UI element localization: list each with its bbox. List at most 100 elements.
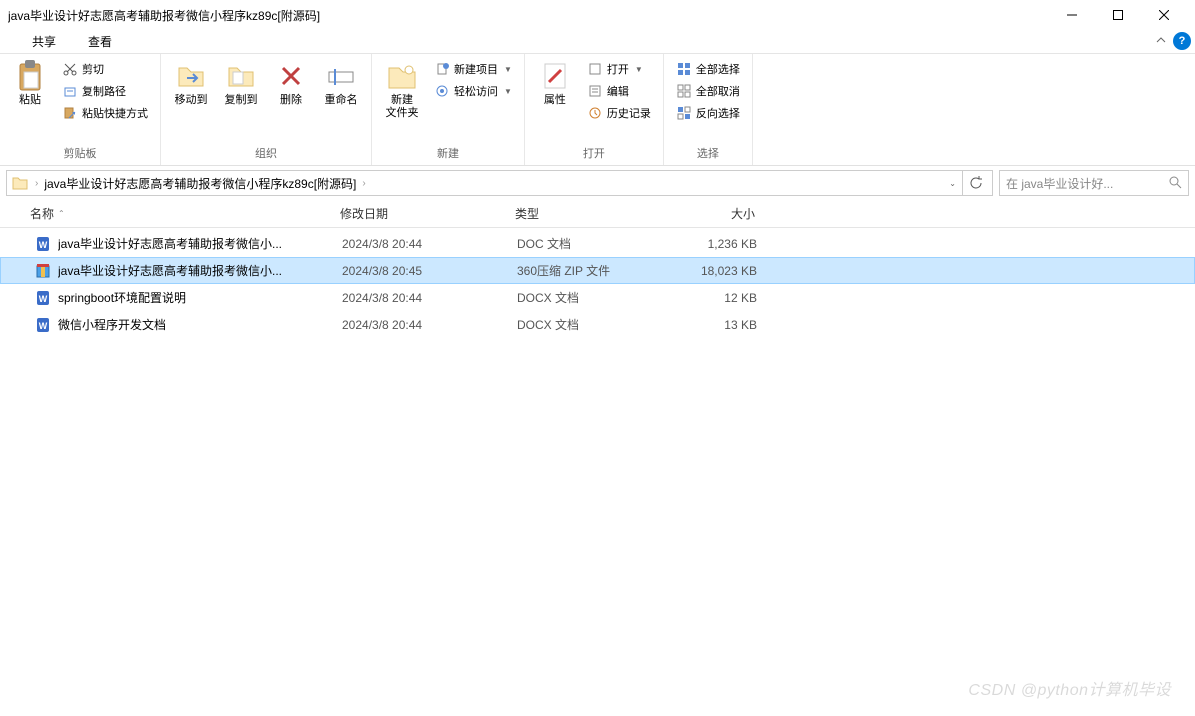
address-box[interactable]: › java毕业设计好志愿高考辅助报考微信小程序kz89c[附源码] › ⌄ [6, 170, 993, 196]
help-icon[interactable]: ? [1173, 32, 1191, 50]
refresh-button[interactable] [962, 170, 988, 196]
cut-button[interactable]: 剪切 [58, 60, 152, 78]
newfolder-button[interactable]: 新建 文件夹 [380, 58, 424, 122]
moveto-icon [175, 60, 207, 92]
column-header-name[interactable]: 名称⌃ [30, 205, 340, 222]
file-list: Wjava毕业设计好志愿高考辅助报考微信小...2024/3/8 20:44DO… [0, 228, 1195, 338]
selectall-icon [676, 61, 692, 77]
search-icon [1168, 175, 1182, 192]
breadcrumb-separator[interactable]: › [358, 178, 369, 189]
watermark: CSDN @python计算机毕设 [968, 676, 1171, 700]
properties-icon [539, 60, 571, 92]
file-date: 2024/3/8 20:44 [342, 237, 517, 251]
window-controls [1049, 1, 1187, 29]
search-placeholder: 在 java毕业设计好... [1006, 175, 1168, 192]
paste-button[interactable]: 粘贴 [8, 58, 52, 109]
newitem-icon [434, 61, 450, 77]
file-size: 13 KB [667, 318, 757, 332]
ribbon-group-open: 属性 打开▼ 编辑 历史记录 打开 [525, 54, 664, 165]
history-button[interactable]: 历史记录 [583, 104, 655, 122]
file-icon [34, 262, 52, 280]
ribbon-group-organize: 移动到 复制到 删除 重命名 组织 [161, 54, 372, 165]
file-date: 2024/3/8 20:44 [342, 291, 517, 305]
file-type: DOCX 文档 [517, 316, 667, 333]
copypath-button[interactable]: 复制路径 [58, 82, 152, 100]
file-name: springboot环境配置说明 [58, 289, 342, 306]
file-name: java毕业设计好志愿高考辅助报考微信小... [58, 262, 342, 279]
invert-icon [676, 105, 692, 121]
moveto-button[interactable]: 移动到 [169, 58, 213, 109]
column-header-row: 名称⌃ 修改日期 类型 大小 [0, 200, 1195, 228]
easyaccess-icon [434, 83, 450, 99]
chevron-down-icon: ▼ [504, 87, 512, 96]
chevron-down-icon: ▼ [635, 65, 643, 74]
file-name: 微信小程序开发文档 [58, 316, 342, 333]
open-button[interactable]: 打开▼ [583, 60, 655, 78]
address-bar: › java毕业设计好志愿高考辅助报考微信小程序kz89c[附源码] › ⌄ 在… [0, 166, 1195, 200]
svg-text:W: W [39, 321, 48, 331]
open-icon [587, 61, 603, 77]
column-header-size[interactable]: 大小 [665, 205, 755, 222]
easyaccess-button[interactable]: 轻松访问▼ [430, 82, 516, 100]
delete-icon [275, 60, 307, 92]
menubar: 共享 查看 ? [0, 30, 1195, 54]
selectnone-button[interactable]: 全部取消 [672, 82, 744, 100]
copyto-icon [225, 60, 257, 92]
file-row[interactable]: Wjava毕业设计好志愿高考辅助报考微信小...2024/3/8 20:44DO… [0, 230, 1195, 257]
file-icon: W [34, 289, 52, 307]
file-type: DOCX 文档 [517, 289, 667, 306]
file-icon: W [34, 235, 52, 253]
file-date: 2024/3/8 20:44 [342, 318, 517, 332]
selectall-button[interactable]: 全部选择 [672, 60, 744, 78]
ribbon: 粘贴 剪切 复制路径 粘贴快捷方式 剪贴板 移动到 复制到 删除 [0, 54, 1195, 166]
file-date: 2024/3/8 20:45 [342, 264, 517, 278]
selectnone-icon [676, 83, 692, 99]
column-header-date[interactable]: 修改日期 [340, 205, 515, 222]
close-button[interactable] [1141, 1, 1187, 29]
pasteshortcut-button[interactable]: 粘贴快捷方式 [58, 104, 152, 122]
menu-share[interactable]: 共享 [16, 31, 72, 52]
svg-text:W: W [39, 240, 48, 250]
expand-ribbon-icon[interactable] [1155, 34, 1167, 49]
folder-icon [11, 174, 29, 192]
search-box[interactable]: 在 java毕业设计好... [999, 170, 1189, 196]
breadcrumb-separator[interactable]: › [31, 178, 42, 189]
file-row[interactable]: W 微信小程序开发文档2024/3/8 20:44DOCX 文档13 KB [0, 311, 1195, 338]
scissors-icon [62, 61, 78, 77]
file-name: java毕业设计好志愿高考辅助报考微信小... [58, 235, 342, 252]
invert-button[interactable]: 反向选择 [672, 104, 744, 122]
file-icon: W [34, 316, 52, 334]
ribbon-group-new: 新建 文件夹 新建项目▼ 轻松访问▼ 新建 [372, 54, 525, 165]
titlebar: java毕业设计好志愿高考辅助报考微信小程序kz89c[附源码] [0, 0, 1195, 30]
file-type: DOC 文档 [517, 235, 667, 252]
file-row[interactable]: java毕业设计好志愿高考辅助报考微信小...2024/3/8 20:45360… [0, 257, 1195, 284]
breadcrumb-item[interactable]: java毕业设计好志愿高考辅助报考微信小程序kz89c[附源码] [42, 175, 358, 192]
copyto-button[interactable]: 复制到 [219, 58, 263, 109]
newitem-button[interactable]: 新建项目▼ [430, 60, 516, 78]
address-dropdown-icon[interactable]: ⌄ [943, 179, 962, 188]
history-icon [587, 105, 603, 121]
file-size: 1,236 KB [667, 237, 757, 251]
column-header-type[interactable]: 类型 [515, 205, 665, 222]
maximize-button[interactable] [1095, 1, 1141, 29]
file-type: 360压缩 ZIP 文件 [517, 262, 667, 279]
file-size: 12 KB [667, 291, 757, 305]
edit-icon [587, 83, 603, 99]
window-title: java毕业设计好志愿高考辅助报考微信小程序kz89c[附源码] [8, 7, 1049, 24]
delete-button[interactable]: 删除 [269, 58, 313, 109]
rename-button[interactable]: 重命名 [319, 58, 363, 109]
ribbon-group-clipboard: 粘贴 剪切 复制路径 粘贴快捷方式 剪贴板 [0, 54, 161, 165]
file-size: 18,023 KB [667, 264, 757, 278]
chevron-down-icon: ▼ [504, 65, 512, 74]
svg-text:W: W [39, 294, 48, 304]
rename-icon [325, 60, 357, 92]
minimize-button[interactable] [1049, 1, 1095, 29]
menu-view[interactable]: 查看 [72, 31, 128, 52]
edit-button[interactable]: 编辑 [583, 82, 655, 100]
shortcut-icon [62, 105, 78, 121]
properties-button[interactable]: 属性 [533, 58, 577, 109]
newfolder-icon [386, 60, 418, 92]
file-row[interactable]: Wspringboot环境配置说明2024/3/8 20:44DOCX 文档12… [0, 284, 1195, 311]
copypath-icon [62, 83, 78, 99]
paste-icon [14, 60, 46, 92]
